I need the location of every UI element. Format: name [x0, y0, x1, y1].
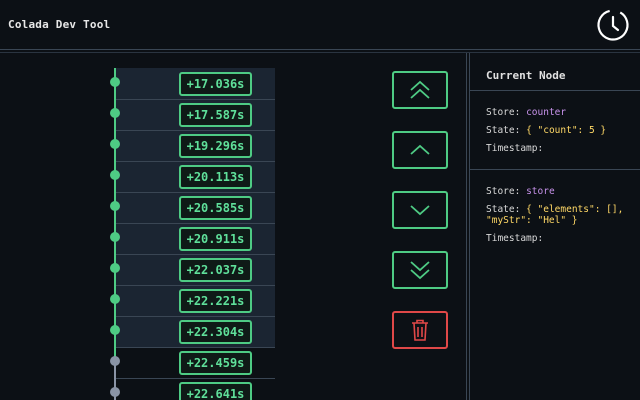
- store-label: Store:: [486, 107, 521, 118]
- state-value: { "elements": [],: [526, 204, 624, 215]
- jump-to-last-button[interactable]: [392, 251, 448, 289]
- time-button[interactable]: +22.037s: [179, 258, 252, 282]
- time-button[interactable]: +22.221s: [179, 289, 252, 313]
- store-line: Store: store: [486, 186, 555, 197]
- time-button[interactable]: +17.036s: [179, 72, 252, 96]
- time-button[interactable]: +17.587s: [179, 103, 252, 127]
- timeline-dot: [110, 201, 120, 211]
- timestamp-label: Timestamp:: [486, 233, 544, 244]
- panel-divider-line: [470, 169, 640, 170]
- timeline-dot: [110, 77, 120, 87]
- jump-to-first-button[interactable]: [392, 71, 448, 109]
- timeline-dot: [110, 232, 120, 242]
- row-divider: [116, 254, 275, 255]
- chevron-down-icon: [410, 205, 430, 216]
- row-divider: [116, 223, 275, 224]
- row-divider: [116, 285, 275, 286]
- store-label: Store:: [486, 186, 521, 197]
- timeline-dot: [110, 263, 120, 273]
- timestamp-label: Timestamp:: [486, 143, 544, 154]
- step-back-button[interactable]: [392, 131, 448, 169]
- panel-divider-line: [470, 90, 640, 91]
- time-button[interactable]: +22.304s: [179, 320, 252, 344]
- timeline-dot: [110, 387, 120, 397]
- timeline-dot: [110, 170, 120, 180]
- state-line: State: { "elements": [],: [486, 204, 623, 215]
- timeline-dot: [110, 139, 120, 149]
- time-button[interactable]: +20.585s: [179, 196, 252, 220]
- row-divider: [116, 161, 275, 162]
- state-label: State:: [486, 204, 521, 215]
- state-value: { "count": 5 }: [526, 125, 607, 136]
- double-chevron-up-icon: [410, 80, 430, 99]
- store-name: store: [526, 186, 555, 197]
- app-header: Colada Dev Tool: [0, 0, 640, 50]
- row-divider: [116, 316, 275, 317]
- row-divider: [116, 347, 275, 348]
- row-divider: [116, 378, 275, 379]
- double-chevron-down-icon: [410, 261, 430, 280]
- time-button[interactable]: +19.296s: [179, 134, 252, 158]
- time-button[interactable]: +20.911s: [179, 227, 252, 251]
- chevron-up-icon: [410, 144, 430, 155]
- app-title: Colada Dev Tool: [8, 18, 111, 31]
- state-line: State: { "count": 5 }: [486, 125, 606, 136]
- time-button[interactable]: +20.113s: [179, 165, 252, 189]
- store-name: counter: [526, 107, 567, 118]
- current-node-panel: Current Node Store: counter State: { "co…: [470, 53, 640, 400]
- delete-button[interactable]: [392, 311, 448, 349]
- step-forward-button[interactable]: [392, 191, 448, 229]
- panel-divider: [466, 53, 467, 400]
- state-value-continued: "myStr": "Hel" }: [486, 215, 578, 226]
- clock-icon[interactable]: [596, 8, 630, 42]
- row-divider: [116, 99, 275, 100]
- timeline-dot: [110, 294, 120, 304]
- store-line: Store: counter: [486, 107, 566, 118]
- timeline-dot: [110, 108, 120, 118]
- timeline-dot: [110, 356, 120, 366]
- state-label: State:: [486, 125, 521, 136]
- row-divider: [116, 192, 275, 193]
- timeline-dot: [110, 325, 120, 335]
- panel-title: Current Node: [486, 69, 566, 82]
- time-button[interactable]: +22.641s: [179, 382, 252, 400]
- row-divider: [116, 130, 275, 131]
- time-button[interactable]: +22.459s: [179, 351, 252, 375]
- trash-icon: [412, 319, 428, 341]
